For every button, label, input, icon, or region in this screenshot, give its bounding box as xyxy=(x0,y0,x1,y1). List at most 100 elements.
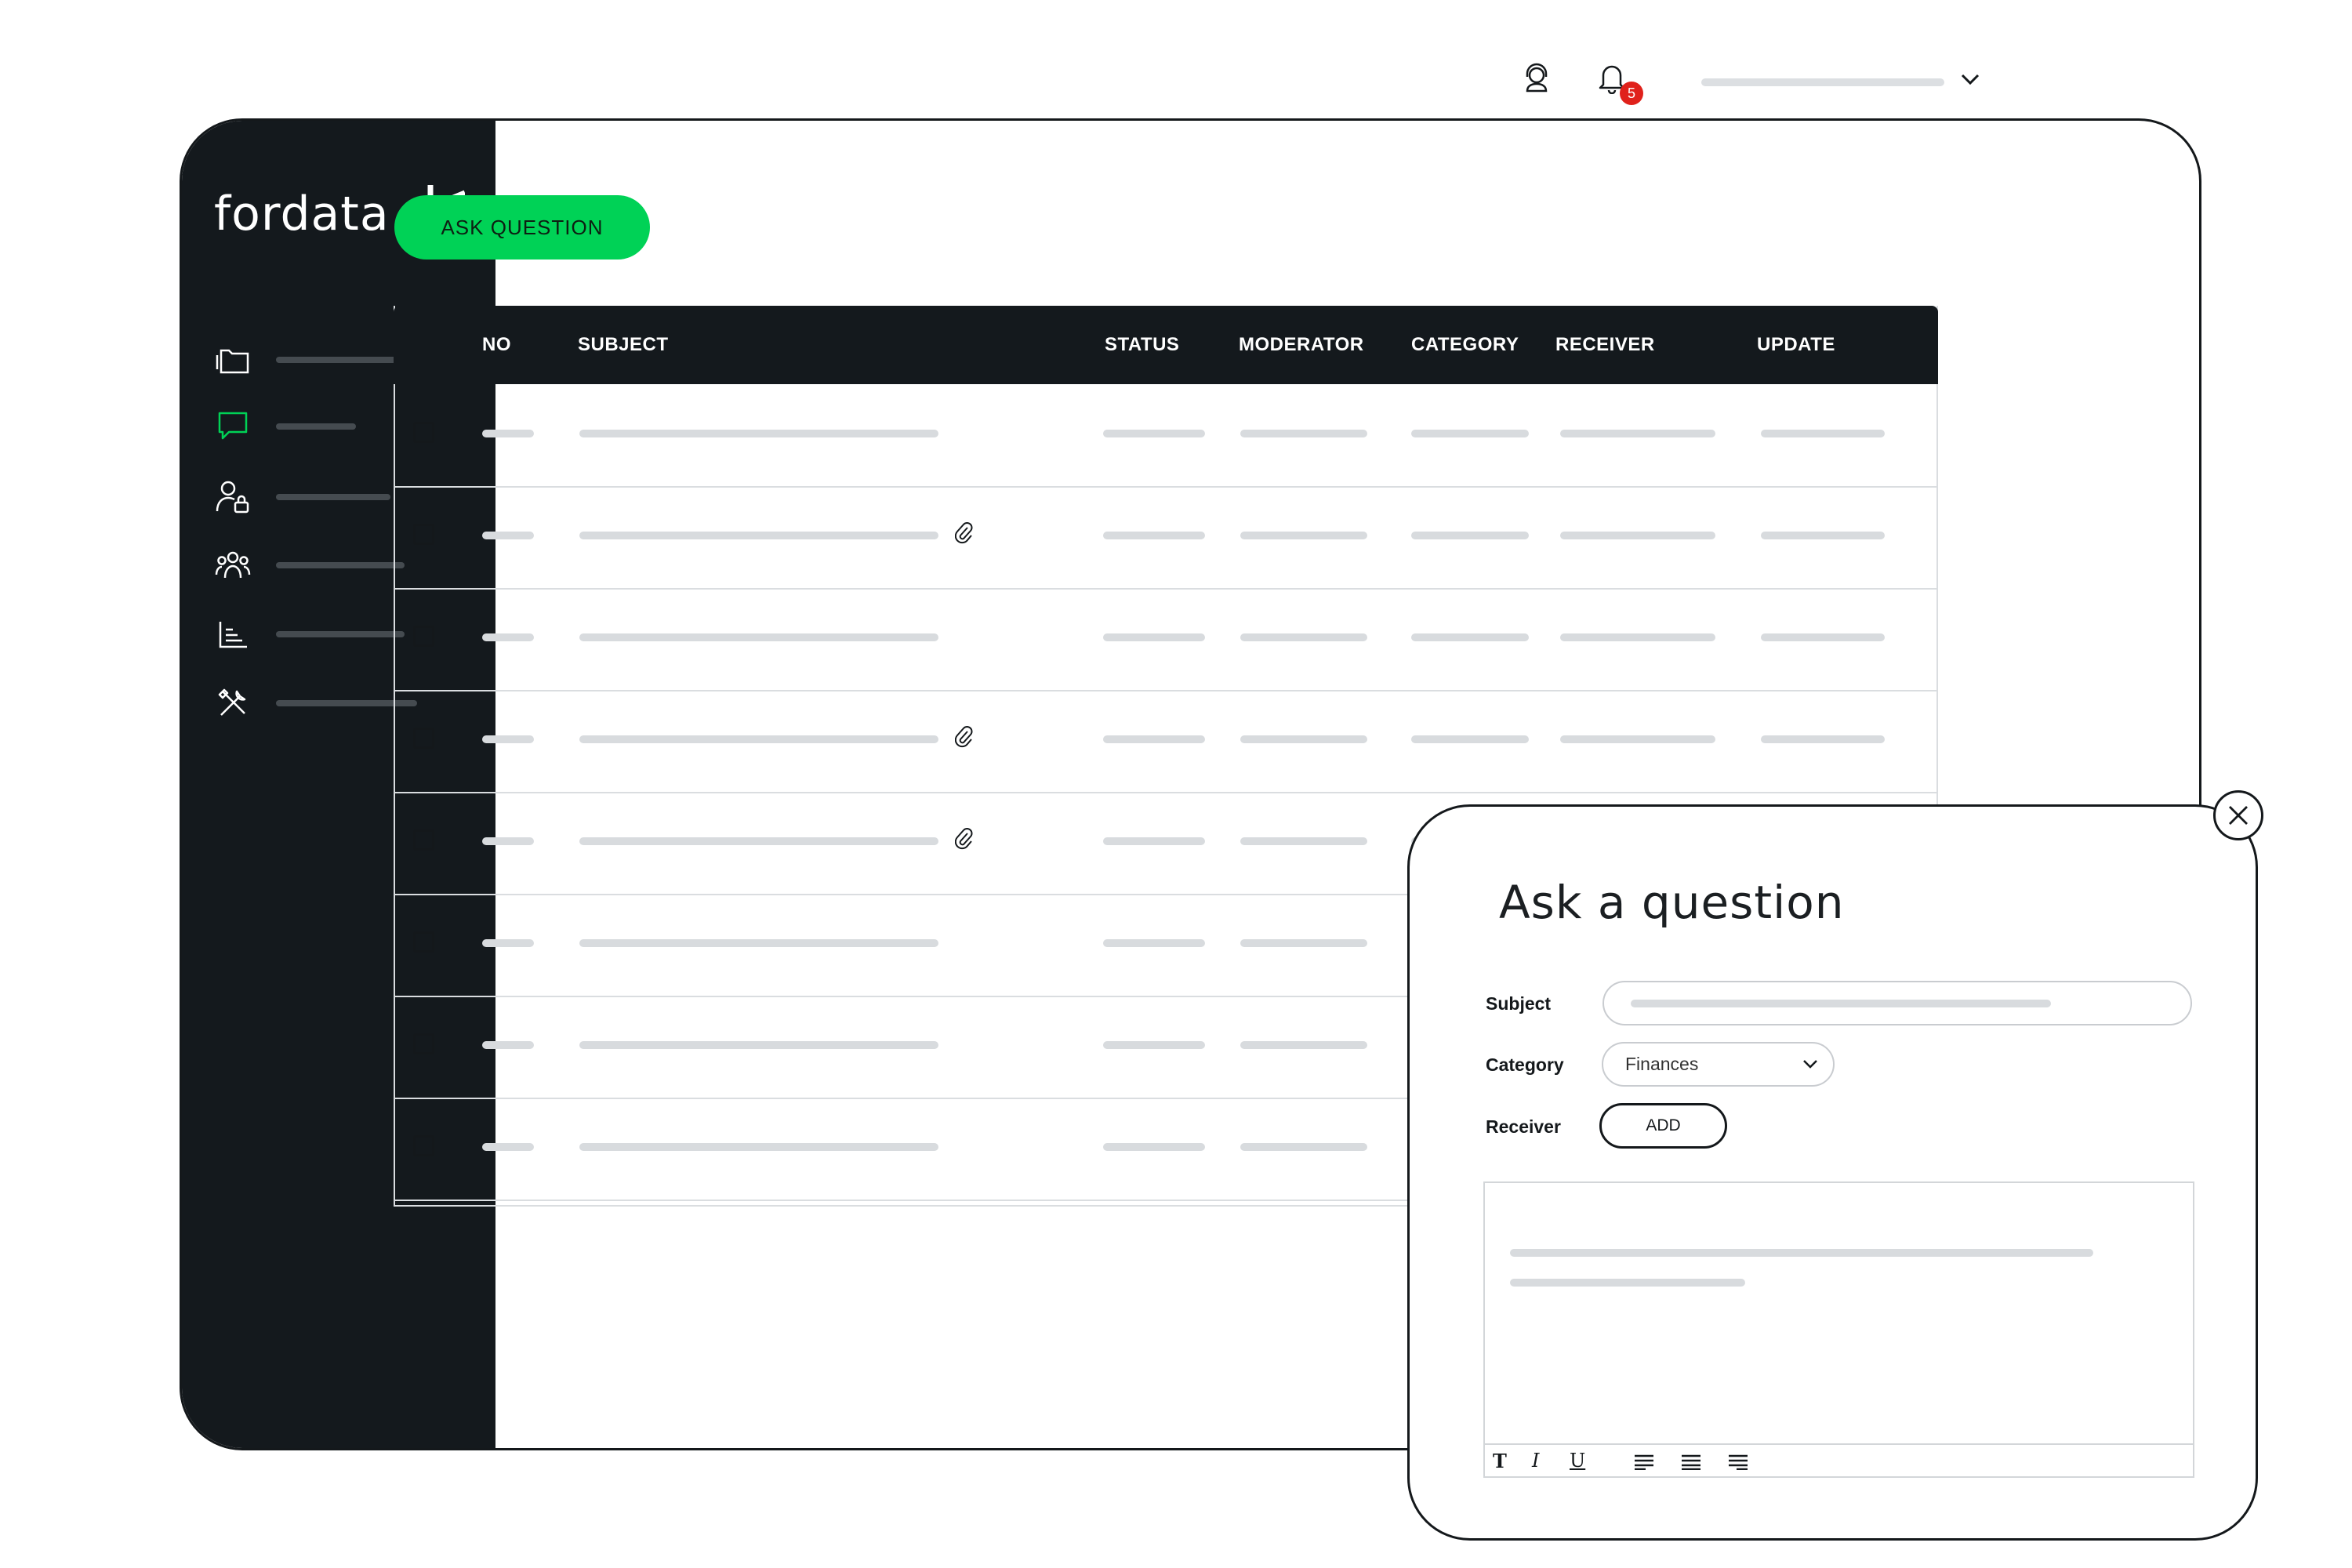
cell-no xyxy=(482,633,534,641)
user-menu[interactable] xyxy=(1701,78,1944,86)
cell-receiver xyxy=(1560,735,1715,743)
table-header: NO SUBJECT STATUS MODERATOR CATEGORY REC… xyxy=(394,306,1938,384)
row-checkbox[interactable] xyxy=(413,524,434,545)
table-row[interactable] xyxy=(395,486,1936,590)
sidebar-item-user-security[interactable] xyxy=(213,477,390,517)
sidebar-item-questions[interactable] xyxy=(213,407,356,446)
cell-subject xyxy=(579,430,938,437)
category-value: Finances xyxy=(1625,1054,1699,1074)
sidebar-item-reports[interactable] xyxy=(213,615,405,654)
cell-status xyxy=(1103,532,1205,539)
category-label: Category xyxy=(1486,1054,1564,1075)
row-checkbox[interactable] xyxy=(413,931,434,953)
cell-subject xyxy=(579,939,938,947)
align-justify-icon[interactable] xyxy=(1681,1454,1701,1470)
tools-icon xyxy=(213,684,252,723)
receiver-label: Receiver xyxy=(1486,1116,1561,1137)
cell-update xyxy=(1761,430,1885,437)
sidebar-item-label xyxy=(276,631,405,637)
cell-status xyxy=(1103,1143,1205,1151)
chart-icon xyxy=(213,615,252,654)
cell-no xyxy=(482,837,534,845)
sidebar-item-tools[interactable] xyxy=(213,684,417,723)
users-icon xyxy=(213,546,252,585)
row-checkbox[interactable] xyxy=(413,1033,434,1054)
attachment-icon[interactable] xyxy=(955,725,974,749)
cell-status xyxy=(1103,837,1205,845)
table-row[interactable] xyxy=(395,588,1936,691)
cell-receiver xyxy=(1560,633,1715,641)
cell-category xyxy=(1411,430,1529,437)
row-checkbox[interactable] xyxy=(413,626,434,647)
cell-moderator xyxy=(1240,633,1367,641)
notification-badge: 5 xyxy=(1620,82,1643,105)
cell-moderator xyxy=(1240,735,1367,743)
attachment-icon[interactable] xyxy=(955,827,974,851)
column-header-receiver[interactable]: RECEIVER xyxy=(1555,334,1655,356)
add-receiver-button[interactable]: ADD xyxy=(1599,1103,1727,1149)
message-editor[interactable]: T I U xyxy=(1483,1181,2194,1478)
chevron-down-icon[interactable] xyxy=(1960,72,1980,90)
row-checkbox[interactable] xyxy=(413,829,434,851)
cell-no xyxy=(482,1143,534,1151)
close-modal-button[interactable] xyxy=(2213,790,2263,840)
cell-no xyxy=(482,735,534,743)
cell-receiver xyxy=(1560,532,1715,539)
cell-moderator xyxy=(1240,1143,1367,1151)
table-row[interactable] xyxy=(395,690,1936,793)
column-header-update[interactable]: UPDATE xyxy=(1757,334,1835,356)
sidebar-item-users[interactable] xyxy=(213,546,405,585)
cell-status xyxy=(1103,735,1205,743)
align-right-icon[interactable] xyxy=(1728,1454,1748,1470)
cell-status xyxy=(1103,430,1205,437)
chat-icon xyxy=(213,407,252,446)
ask-question-modal: Ask a question Subject Category Finances… xyxy=(1407,804,2258,1541)
category-select[interactable]: Finances xyxy=(1602,1042,1835,1087)
editor-text-line xyxy=(1510,1249,2093,1257)
cell-subject xyxy=(579,633,938,641)
logo-text: fordata xyxy=(214,187,390,241)
cell-moderator xyxy=(1240,430,1367,437)
cell-update xyxy=(1761,633,1885,641)
cell-subject xyxy=(579,1041,938,1049)
sidebar-item-label xyxy=(276,423,356,430)
cell-category xyxy=(1411,735,1529,743)
underline-button[interactable]: U xyxy=(1570,1450,1585,1472)
support-icon[interactable] xyxy=(1523,63,1551,98)
subject-value-placeholder xyxy=(1631,1000,2051,1007)
row-checkbox[interactable] xyxy=(413,422,434,443)
cell-subject xyxy=(579,532,938,539)
subject-input[interactable] xyxy=(1602,981,2192,1025)
cell-update xyxy=(1761,735,1885,743)
column-header-no[interactable]: NO xyxy=(482,334,511,356)
column-header-category[interactable]: CATEGORY xyxy=(1411,334,1519,356)
cell-subject xyxy=(579,735,938,743)
sidebar-item-label xyxy=(276,562,405,568)
column-header-moderator[interactable]: MODERATOR xyxy=(1239,334,1364,356)
chevron-down-icon xyxy=(1803,1060,1817,1069)
column-header-status[interactable]: STATUS xyxy=(1105,334,1179,356)
column-header-subject[interactable]: SUBJECT xyxy=(578,334,669,356)
table-row[interactable] xyxy=(395,384,1936,488)
folder-icon xyxy=(213,340,252,379)
modal-title: Ask a question xyxy=(1499,876,1845,929)
close-icon xyxy=(2229,806,2248,825)
cell-no xyxy=(482,1041,534,1049)
cell-status xyxy=(1103,939,1205,947)
italic-button[interactable]: I xyxy=(1532,1450,1539,1472)
text-format-button[interactable]: T xyxy=(1493,1450,1507,1472)
attachment-icon[interactable] xyxy=(955,521,974,545)
ask-question-button[interactable]: ASK QUESTION xyxy=(394,195,650,260)
cell-status xyxy=(1103,633,1205,641)
cell-category xyxy=(1411,532,1529,539)
cell-status xyxy=(1103,1041,1205,1049)
cell-no xyxy=(482,939,534,947)
row-checkbox[interactable] xyxy=(413,1135,434,1156)
sidebar-item-documents[interactable] xyxy=(213,340,417,379)
cell-receiver xyxy=(1560,430,1715,437)
cell-subject xyxy=(579,1143,938,1151)
align-left-icon[interactable] xyxy=(1634,1454,1654,1470)
editor-toolbar: T I U xyxy=(1485,1443,2193,1476)
row-checkbox[interactable] xyxy=(413,728,434,749)
user-lock-icon xyxy=(213,477,252,517)
